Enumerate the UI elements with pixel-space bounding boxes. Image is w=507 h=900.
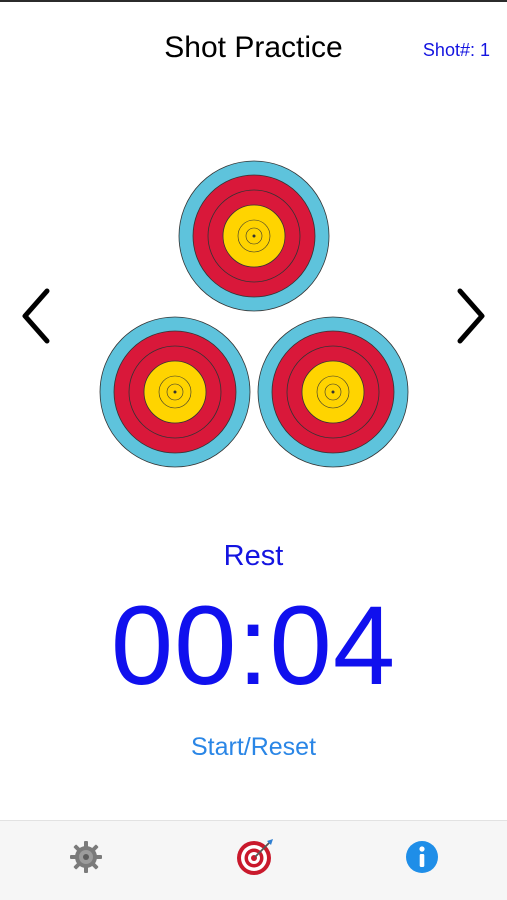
tab-target[interactable]: [235, 837, 275, 877]
tab-info[interactable]: [402, 837, 442, 877]
target-face-top: [178, 160, 330, 312]
target-face-bottom-right: [257, 316, 409, 468]
archery-target-icon: [237, 839, 273, 875]
timer-display: 00:04: [110, 583, 397, 708]
info-icon: [406, 841, 438, 873]
tab-bar: [0, 820, 507, 900]
target-face-bottom-left: [99, 316, 251, 468]
shot-practice-screen: Shot Practice Shot#: 1 Rest 00:04 Start/…: [0, 0, 507, 900]
gear-icon: [70, 841, 102, 873]
target-cluster: [0, 0, 507, 480]
timer-phase-label: Rest: [223, 540, 284, 572]
start-reset-button[interactable]: Start/Reset: [0, 733, 507, 762]
tab-settings[interactable]: [66, 837, 106, 877]
